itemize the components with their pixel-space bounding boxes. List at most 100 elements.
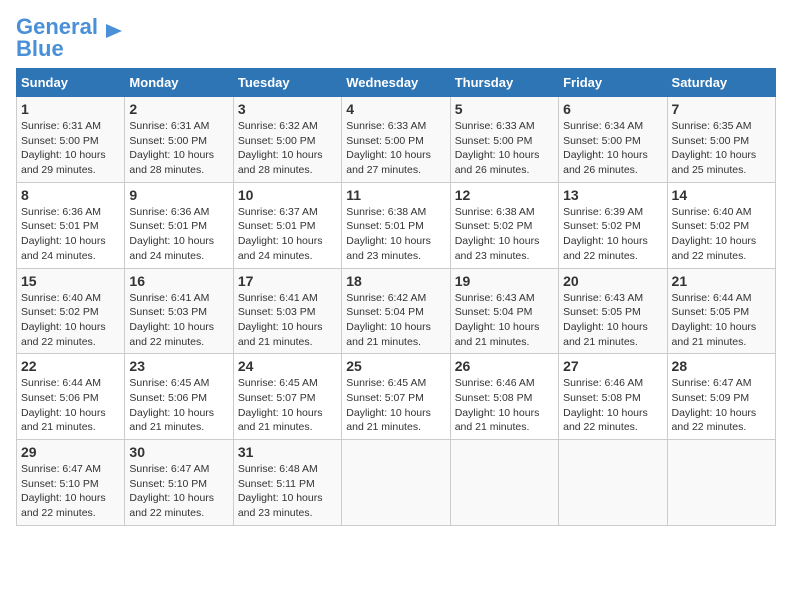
calendar-cell: [559, 440, 667, 526]
calendar-cell: 26 Sunrise: 6:46 AMSunset: 5:08 PMDaylig…: [450, 354, 558, 440]
day-info: Sunrise: 6:31 AMSunset: 5:00 PMDaylight:…: [129, 119, 228, 178]
calendar-week-row: 8 Sunrise: 6:36 AMSunset: 5:01 PMDayligh…: [17, 182, 776, 268]
header-thursday: Thursday: [450, 69, 558, 97]
day-info: Sunrise: 6:45 AMSunset: 5:07 PMDaylight:…: [238, 376, 337, 435]
calendar-cell: 24 Sunrise: 6:45 AMSunset: 5:07 PMDaylig…: [233, 354, 341, 440]
calendar-cell: 5 Sunrise: 6:33 AMSunset: 5:00 PMDayligh…: [450, 97, 558, 183]
calendar-cell: 29 Sunrise: 6:47 AMSunset: 5:10 PMDaylig…: [17, 440, 125, 526]
calendar-week-row: 29 Sunrise: 6:47 AMSunset: 5:10 PMDaylig…: [17, 440, 776, 526]
day-number: 22: [21, 358, 120, 374]
day-info: Sunrise: 6:43 AMSunset: 5:04 PMDaylight:…: [455, 291, 554, 350]
day-number: 18: [346, 273, 445, 289]
calendar-cell: 28 Sunrise: 6:47 AMSunset: 5:09 PMDaylig…: [667, 354, 775, 440]
day-info: Sunrise: 6:46 AMSunset: 5:08 PMDaylight:…: [455, 376, 554, 435]
calendar-cell: 14 Sunrise: 6:40 AMSunset: 5:02 PMDaylig…: [667, 182, 775, 268]
calendar-cell: 20 Sunrise: 6:43 AMSunset: 5:05 PMDaylig…: [559, 268, 667, 354]
calendar-cell: 8 Sunrise: 6:36 AMSunset: 5:01 PMDayligh…: [17, 182, 125, 268]
calendar-cell: 10 Sunrise: 6:37 AMSunset: 5:01 PMDaylig…: [233, 182, 341, 268]
day-info: Sunrise: 6:47 AMSunset: 5:10 PMDaylight:…: [21, 462, 120, 521]
day-info: Sunrise: 6:40 AMSunset: 5:02 PMDaylight:…: [672, 205, 771, 264]
calendar-cell: 21 Sunrise: 6:44 AMSunset: 5:05 PMDaylig…: [667, 268, 775, 354]
calendar-cell: 6 Sunrise: 6:34 AMSunset: 5:00 PMDayligh…: [559, 97, 667, 183]
calendar-cell: 16 Sunrise: 6:41 AMSunset: 5:03 PMDaylig…: [125, 268, 233, 354]
logo: General Blue: [16, 16, 124, 60]
day-number: 29: [21, 444, 120, 460]
calendar-cell: 3 Sunrise: 6:32 AMSunset: 5:00 PMDayligh…: [233, 97, 341, 183]
calendar-header-row: SundayMondayTuesdayWednesdayThursdayFrid…: [17, 69, 776, 97]
day-info: Sunrise: 6:38 AMSunset: 5:01 PMDaylight:…: [346, 205, 445, 264]
calendar-cell: [450, 440, 558, 526]
day-number: 1: [21, 101, 120, 117]
calendar-cell: 13 Sunrise: 6:39 AMSunset: 5:02 PMDaylig…: [559, 182, 667, 268]
header-wednesday: Wednesday: [342, 69, 450, 97]
calendar-cell: 7 Sunrise: 6:35 AMSunset: 5:00 PMDayligh…: [667, 97, 775, 183]
calendar-cell: 18 Sunrise: 6:42 AMSunset: 5:04 PMDaylig…: [342, 268, 450, 354]
calendar-week-row: 22 Sunrise: 6:44 AMSunset: 5:06 PMDaylig…: [17, 354, 776, 440]
day-info: Sunrise: 6:44 AMSunset: 5:05 PMDaylight:…: [672, 291, 771, 350]
day-number: 27: [563, 358, 662, 374]
day-info: Sunrise: 6:37 AMSunset: 5:01 PMDaylight:…: [238, 205, 337, 264]
day-info: Sunrise: 6:40 AMSunset: 5:02 PMDaylight:…: [21, 291, 120, 350]
day-info: Sunrise: 6:38 AMSunset: 5:02 PMDaylight:…: [455, 205, 554, 264]
day-number: 31: [238, 444, 337, 460]
day-number: 3: [238, 101, 337, 117]
day-number: 8: [21, 187, 120, 203]
day-info: Sunrise: 6:33 AMSunset: 5:00 PMDaylight:…: [455, 119, 554, 178]
day-number: 20: [563, 273, 662, 289]
logo-arrow-icon: [102, 20, 124, 42]
day-number: 14: [672, 187, 771, 203]
calendar-cell: 1 Sunrise: 6:31 AMSunset: 5:00 PMDayligh…: [17, 97, 125, 183]
day-info: Sunrise: 6:32 AMSunset: 5:00 PMDaylight:…: [238, 119, 337, 178]
day-number: 11: [346, 187, 445, 203]
logo-text: General Blue: [16, 16, 98, 60]
day-info: Sunrise: 6:41 AMSunset: 5:03 PMDaylight:…: [129, 291, 228, 350]
calendar-cell: 27 Sunrise: 6:46 AMSunset: 5:08 PMDaylig…: [559, 354, 667, 440]
calendar-cell: [342, 440, 450, 526]
day-number: 9: [129, 187, 228, 203]
day-info: Sunrise: 6:45 AMSunset: 5:07 PMDaylight:…: [346, 376, 445, 435]
day-number: 13: [563, 187, 662, 203]
day-number: 15: [21, 273, 120, 289]
calendar-cell: 22 Sunrise: 6:44 AMSunset: 5:06 PMDaylig…: [17, 354, 125, 440]
day-number: 10: [238, 187, 337, 203]
day-info: Sunrise: 6:34 AMSunset: 5:00 PMDaylight:…: [563, 119, 662, 178]
day-number: 16: [129, 273, 228, 289]
calendar-cell: 23 Sunrise: 6:45 AMSunset: 5:06 PMDaylig…: [125, 354, 233, 440]
day-number: 25: [346, 358, 445, 374]
day-info: Sunrise: 6:39 AMSunset: 5:02 PMDaylight:…: [563, 205, 662, 264]
day-info: Sunrise: 6:44 AMSunset: 5:06 PMDaylight:…: [21, 376, 120, 435]
calendar-cell: 15 Sunrise: 6:40 AMSunset: 5:02 PMDaylig…: [17, 268, 125, 354]
day-info: Sunrise: 6:33 AMSunset: 5:00 PMDaylight:…: [346, 119, 445, 178]
day-info: Sunrise: 6:45 AMSunset: 5:06 PMDaylight:…: [129, 376, 228, 435]
day-number: 2: [129, 101, 228, 117]
calendar-cell: 25 Sunrise: 6:45 AMSunset: 5:07 PMDaylig…: [342, 354, 450, 440]
day-info: Sunrise: 6:31 AMSunset: 5:00 PMDaylight:…: [21, 119, 120, 178]
logo-blue: Blue: [16, 36, 64, 61]
day-info: Sunrise: 6:35 AMSunset: 5:00 PMDaylight:…: [672, 119, 771, 178]
calendar-cell: 30 Sunrise: 6:47 AMSunset: 5:10 PMDaylig…: [125, 440, 233, 526]
day-number: 17: [238, 273, 337, 289]
header-tuesday: Tuesday: [233, 69, 341, 97]
calendar-cell: 12 Sunrise: 6:38 AMSunset: 5:02 PMDaylig…: [450, 182, 558, 268]
calendar-cell: 4 Sunrise: 6:33 AMSunset: 5:00 PMDayligh…: [342, 97, 450, 183]
calendar-cell: 2 Sunrise: 6:31 AMSunset: 5:00 PMDayligh…: [125, 97, 233, 183]
header-sunday: Sunday: [17, 69, 125, 97]
day-number: 26: [455, 358, 554, 374]
calendar-cell: 9 Sunrise: 6:36 AMSunset: 5:01 PMDayligh…: [125, 182, 233, 268]
calendar-cell: 17 Sunrise: 6:41 AMSunset: 5:03 PMDaylig…: [233, 268, 341, 354]
day-number: 24: [238, 358, 337, 374]
day-number: 23: [129, 358, 228, 374]
calendar-cell: 11 Sunrise: 6:38 AMSunset: 5:01 PMDaylig…: [342, 182, 450, 268]
calendar-week-row: 15 Sunrise: 6:40 AMSunset: 5:02 PMDaylig…: [17, 268, 776, 354]
day-info: Sunrise: 6:46 AMSunset: 5:08 PMDaylight:…: [563, 376, 662, 435]
day-info: Sunrise: 6:36 AMSunset: 5:01 PMDaylight:…: [129, 205, 228, 264]
day-info: Sunrise: 6:47 AMSunset: 5:10 PMDaylight:…: [129, 462, 228, 521]
header-saturday: Saturday: [667, 69, 775, 97]
calendar-cell: 19 Sunrise: 6:43 AMSunset: 5:04 PMDaylig…: [450, 268, 558, 354]
day-info: Sunrise: 6:36 AMSunset: 5:01 PMDaylight:…: [21, 205, 120, 264]
day-number: 6: [563, 101, 662, 117]
day-number: 12: [455, 187, 554, 203]
day-number: 5: [455, 101, 554, 117]
page-header: General Blue: [16, 16, 776, 60]
day-number: 28: [672, 358, 771, 374]
